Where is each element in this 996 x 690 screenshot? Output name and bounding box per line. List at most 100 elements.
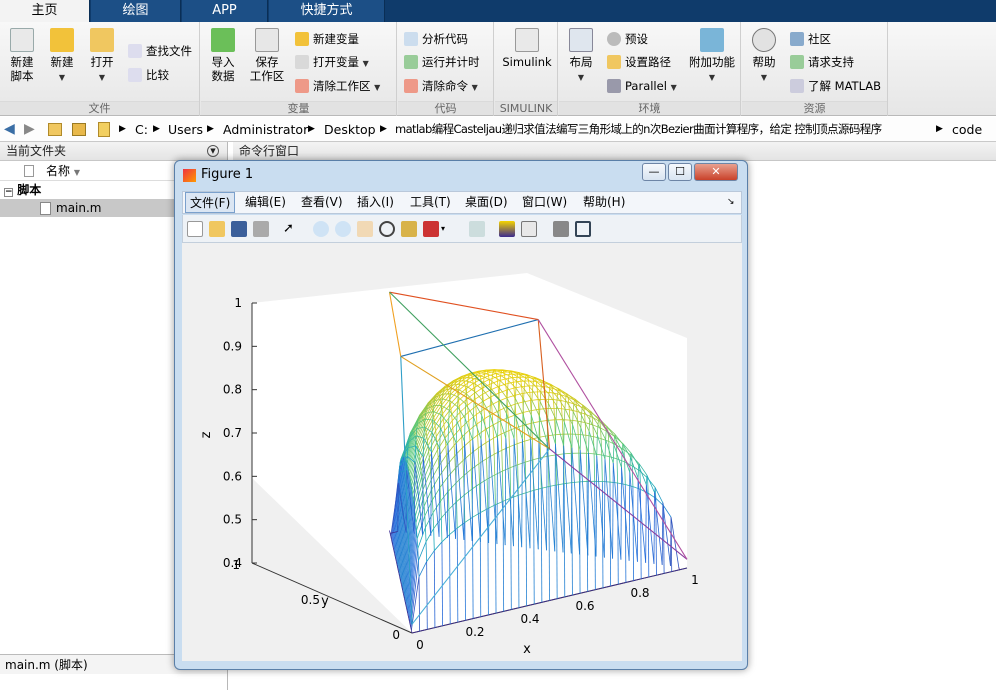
x-tick-label: 0 — [416, 638, 424, 652]
maximize-button[interactable]: ☐ — [668, 163, 692, 181]
tab-apps[interactable]: APP — [182, 0, 268, 22]
find-files-button[interactable]: 查找文件 — [128, 42, 192, 60]
plus-icon — [50, 28, 74, 52]
compare-button[interactable]: 比较 — [128, 66, 169, 84]
menu-help[interactable]: 帮助(H) — [579, 192, 629, 213]
collapse-icon[interactable]: − — [4, 188, 13, 197]
surface-plot[interactable]: 0.40.50.60.70.80.91 00.51 00.20.40.60.81… — [182, 243, 742, 661]
browse-folder-icon[interactable] — [72, 123, 86, 136]
learn-icon — [790, 79, 804, 93]
z-tick-label: 0.9 — [223, 339, 242, 353]
z-tick-label: 0.7 — [223, 426, 242, 440]
menu-view[interactable]: 查看(V) — [297, 192, 347, 213]
group-simulink-label: SIMULINK — [495, 101, 557, 115]
path-folder-icon — [98, 122, 110, 137]
menu-desktop[interactable]: 桌面(D) — [461, 192, 512, 213]
tab-plots[interactable]: 绘图 — [91, 0, 181, 22]
new-script-button[interactable]: 新建 脚本 — [4, 28, 40, 83]
show-plot-tools-icon[interactable] — [575, 221, 591, 237]
import-data-button[interactable]: 导入 数据 — [205, 28, 241, 83]
minimize-button[interactable]: — — [642, 163, 666, 181]
new-figure-icon[interactable] — [187, 221, 203, 237]
group-variable: 导入 数据 保存 工作区 新建变量 打开变量 ▼ 清除工作区 ▼ 变量 — [201, 22, 397, 116]
request-support-button[interactable]: 请求支持 — [790, 53, 854, 71]
support-icon — [790, 55, 804, 69]
crumb-administrator[interactable]: Administrator — [223, 117, 308, 142]
colorbar-icon[interactable] — [499, 221, 515, 237]
help-button[interactable]: 帮助 ▼ — [748, 28, 780, 85]
figure-toolbar: ➚ ▾ — [182, 215, 742, 243]
eraser-icon — [295, 79, 309, 93]
x-tick-label: 0.4 — [520, 612, 539, 626]
rotate-3d-icon[interactable] — [379, 221, 395, 237]
figure-canvas[interactable]: 0.4 0.5 0.6 0.7 0.8 0.9 1 0 0.5 1 0 0.2 0.4 0.6 0.8 1… — [182, 243, 742, 661]
group-simulink: Simulink SIMULINK — [495, 22, 558, 116]
group-resources-label: 资源 — [742, 101, 887, 115]
tab-shortcuts[interactable]: 快捷方式 — [269, 0, 385, 22]
help-icon — [752, 28, 776, 52]
menu-tools[interactable]: 工具(T) — [406, 192, 455, 213]
zoom-out-icon[interactable] — [335, 221, 351, 237]
simulink-button[interactable]: Simulink — [501, 28, 553, 69]
preferences-button[interactable]: 预设 — [607, 30, 648, 48]
hide-plot-tools-icon[interactable] — [553, 221, 569, 237]
edit-pointer-icon[interactable]: ➚ — [283, 221, 299, 237]
group-environment: 布局 ▼ 预设 设置路径 Parallel ▼ 附加功能 ▼ 环境 — [559, 22, 741, 116]
dropdown-arrow-icon: ▼ — [98, 73, 106, 82]
crumb-drive[interactable]: C: — [135, 117, 148, 142]
run-time-icon — [404, 55, 418, 69]
zoom-in-icon[interactable] — [313, 221, 329, 237]
clear-workspace-button[interactable]: 清除工作区 ▼ — [295, 77, 380, 95]
set-path-button[interactable]: 设置路径 — [607, 53, 671, 71]
crumb-code[interactable]: code — [952, 117, 982, 142]
menu-file[interactable]: 文件(F) — [185, 192, 236, 213]
tab-home[interactable]: 主页 — [0, 0, 90, 22]
parallel-button[interactable]: Parallel ▼ — [607, 77, 677, 95]
up-folder-icon[interactable] — [48, 123, 62, 136]
brush-dropdown-icon[interactable]: ▾ — [441, 221, 457, 237]
crumb-desktop[interactable]: Desktop — [324, 117, 376, 142]
community-button[interactable]: 社区 — [790, 30, 831, 48]
menu-window[interactable]: 窗口(W) — [518, 192, 571, 213]
forward-arrow-icon[interactable]: ▶ — [24, 117, 35, 142]
menu-edit[interactable]: 编辑(E) — [241, 192, 290, 213]
data-cursor-icon[interactable] — [401, 221, 417, 237]
analyze-code-button[interactable]: 分析代码 — [404, 30, 468, 48]
chevron-right-icon: ▶ — [308, 124, 315, 134]
legend-icon[interactable] — [521, 221, 537, 237]
layout-button[interactable]: 布局 ▼ — [563, 28, 599, 85]
crumb-project-folder[interactable]: matlab编程Casteljau递归求值法编写三角形域上的n次Bezier曲面… — [395, 117, 931, 142]
close-button[interactable]: ✕ — [694, 163, 738, 181]
panel-menu-icon[interactable]: ▼ — [207, 145, 219, 157]
open-variable-button[interactable]: 打开变量 ▼ — [295, 53, 369, 71]
group-environment-label: 环境 — [559, 101, 740, 115]
run-and-time-button[interactable]: 运行并计时 — [404, 53, 480, 71]
y-tick-label: 0.5 — [301, 593, 320, 607]
group-file: 新建 脚本 新建 ▼ 打开 ▼ 查找文件 比较 文件 — [0, 22, 200, 116]
new-button[interactable]: 新建 ▼ — [44, 28, 80, 85]
print-icon[interactable] — [253, 221, 269, 237]
crumb-users[interactable]: Users — [168, 117, 203, 142]
y-tick-label: 0 — [392, 628, 400, 642]
x-tick-label: 0.2 — [465, 625, 484, 639]
dropdown-arrow-icon: ▼ — [577, 73, 585, 82]
save-workspace-button[interactable]: 保存 工作区 — [245, 28, 289, 83]
new-variable-button[interactable]: 新建变量 — [295, 30, 359, 48]
x-tick-label: 1 — [691, 573, 699, 587]
back-arrow-icon[interactable]: ◀ — [4, 117, 15, 142]
link-plot-icon[interactable] — [469, 221, 485, 237]
menu-insert[interactable]: 插入(I) — [353, 192, 398, 213]
group-code: 分析代码 运行并计时 清除命令 ▼ 代码 — [398, 22, 494, 116]
mesh-line — [555, 433, 563, 436]
clear-commands-button[interactable]: 清除命令 ▼ — [404, 77, 478, 95]
add-ons-button[interactable]: 附加功能 ▼ — [687, 28, 737, 85]
brush-icon[interactable] — [423, 221, 439, 237]
dock-arrow-icon[interactable]: ↘ — [723, 192, 739, 213]
address-bar: ◀ ▶ ▶ C: ▶ Users ▶ Administrator ▶ Deskt… — [0, 117, 996, 142]
open-file-icon[interactable] — [209, 221, 225, 237]
z-tick-label: 0.8 — [223, 383, 242, 397]
learn-matlab-button[interactable]: 了解 MATLAB — [790, 77, 881, 95]
save-icon[interactable] — [231, 221, 247, 237]
pan-hand-icon[interactable] — [357, 221, 373, 237]
open-button[interactable]: 打开 ▼ — [84, 28, 120, 85]
